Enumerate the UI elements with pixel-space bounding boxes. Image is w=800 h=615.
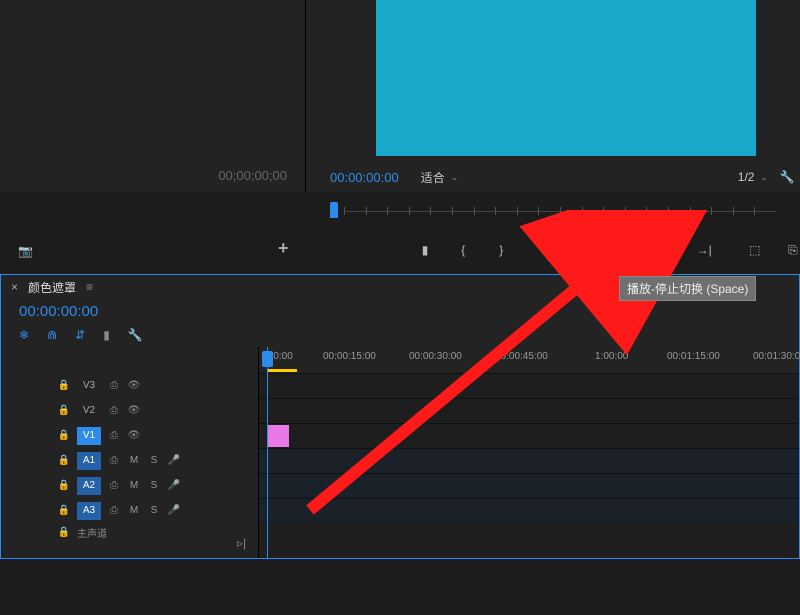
track-label[interactable]: V2 bbox=[77, 402, 101, 420]
lock-icon[interactable]: 🔒 bbox=[57, 480, 71, 491]
eye-icon[interactable]: 👁 bbox=[127, 430, 141, 441]
snap-icon[interactable]: ❄ bbox=[19, 328, 29, 342]
ruler-tick: 00:01:15:00 bbox=[667, 351, 720, 362]
ruler-tick: 00:00:30:00 bbox=[409, 351, 462, 362]
lock-icon[interactable]: 🔒 bbox=[57, 527, 71, 538]
lock-icon[interactable]: 🔒 bbox=[57, 505, 71, 516]
lock-icon[interactable]: 🔒 bbox=[57, 455, 71, 466]
program-timecode[interactable]: 00:00:00:00 bbox=[330, 170, 399, 185]
work-area-bar[interactable] bbox=[267, 369, 297, 372]
playhead-line bbox=[267, 347, 268, 558]
program-scrubber[interactable] bbox=[344, 211, 776, 212]
track-headers: 🔒 V3 ⎙ 👁 🔒 V2 ⎙ 👁 🔒 V1 ⎙ 👁 🔒 A1 ⎙ bbox=[1, 347, 259, 558]
lock-icon[interactable]: 🔒 bbox=[57, 380, 71, 391]
linked-selection-icon[interactable]: ⇵ bbox=[75, 328, 85, 342]
program-preview bbox=[376, 0, 756, 156]
eye-icon[interactable]: 👁 bbox=[127, 380, 141, 391]
lane-a3[interactable] bbox=[259, 498, 799, 523]
resolution-dropdown[interactable]: 1/2 ⌄ bbox=[738, 170, 768, 184]
timeline-panel: × 颜色遮罩 ≡ 00:00:00:00 ❄ ⋒ ⇵ ▮ 🔧 🔒 V3 ⎙ 👁 … bbox=[0, 274, 800, 559]
track-label[interactable]: A3 bbox=[77, 502, 101, 520]
magnet-icon[interactable]: ⋒ bbox=[47, 328, 57, 342]
lock-icon[interactable]: 🔒 bbox=[57, 405, 71, 416]
lane-v1[interactable] bbox=[259, 423, 799, 448]
lane-v2[interactable] bbox=[259, 398, 799, 423]
transport-bar: ▮ { } |← ◀| ▶ |▶ →| ⬚ ⎘ bbox=[300, 232, 800, 268]
chevron-down-icon: ⌄ bbox=[760, 172, 768, 183]
voiceover-icon[interactable]: 🎤 bbox=[167, 480, 181, 491]
clip-color-matte[interactable] bbox=[267, 425, 289, 447]
time-ruler[interactable]: :00:00 00:00:15:00 00:00:30:00 00:00:45:… bbox=[259, 347, 799, 373]
solo-button[interactable]: S bbox=[147, 480, 161, 491]
zoom-fit-dropdown[interactable]: 适合 ⌄ bbox=[421, 169, 459, 186]
solo-button[interactable]: S bbox=[147, 505, 161, 516]
mute-button[interactable]: M bbox=[127, 505, 141, 516]
play-tooltip: 播放-停止切换 (Space) bbox=[619, 276, 756, 301]
mark-out-button[interactable]: } bbox=[494, 241, 508, 259]
lane-a1[interactable] bbox=[259, 448, 799, 473]
lift-button[interactable]: ⬚ bbox=[748, 241, 762, 259]
ruler-tick: 00:00:15:00 bbox=[323, 351, 376, 362]
program-monitor: 00:00:00:00 适合 ⌄ 1/2 ⌄ 🔧 bbox=[306, 0, 800, 192]
master-label: 主声道 bbox=[77, 525, 107, 540]
settings-icon[interactable]: 🔧 bbox=[778, 168, 796, 186]
timeline-settings-icon[interactable]: 🔧 bbox=[128, 328, 143, 342]
fit-label: 适合 bbox=[421, 169, 445, 186]
sync-lock-icon[interactable]: ⎙ bbox=[107, 505, 121, 516]
add-marker-button[interactable]: ▮ bbox=[418, 241, 432, 259]
track-a1[interactable]: 🔒 A1 ⎙ M S 🎤 bbox=[1, 448, 258, 473]
sync-lock-icon[interactable]: ⎙ bbox=[107, 455, 121, 466]
lock-icon[interactable]: 🔒 bbox=[57, 430, 71, 441]
ruler-tick: 00:00:45:00 bbox=[495, 351, 548, 362]
sequence-title[interactable]: 颜色遮罩 bbox=[28, 279, 76, 296]
track-label[interactable]: A1 bbox=[77, 452, 101, 470]
close-icon[interactable]: × bbox=[11, 280, 18, 294]
sync-lock-icon[interactable]: ⎙ bbox=[107, 405, 121, 416]
lane-v3[interactable] bbox=[259, 373, 799, 398]
lane-a2[interactable] bbox=[259, 473, 799, 498]
tracks-area[interactable]: :00:00 00:00:15:00 00:00:30:00 00:00:45:… bbox=[259, 347, 799, 558]
voiceover-icon[interactable]: 🎤 bbox=[167, 505, 181, 516]
sync-lock-icon[interactable]: ⎙ bbox=[107, 430, 121, 441]
track-master[interactable]: 🔒 主声道 bbox=[1, 523, 258, 541]
mute-button[interactable]: M bbox=[127, 480, 141, 491]
go-to-out-button[interactable]: →| bbox=[697, 241, 712, 259]
track-v3[interactable]: 🔒 V3 ⎙ 👁 bbox=[1, 373, 258, 398]
voiceover-icon[interactable]: 🎤 bbox=[167, 455, 181, 466]
go-to-in-button[interactable]: |← bbox=[544, 241, 558, 259]
skip-end-icon[interactable]: ▹| bbox=[237, 536, 246, 550]
track-label[interactable]: A2 bbox=[77, 477, 101, 495]
mark-in-button[interactable]: { bbox=[456, 241, 470, 259]
track-v1[interactable]: 🔒 V1 ⎙ 👁 bbox=[1, 423, 258, 448]
mute-button[interactable]: M bbox=[127, 455, 141, 466]
sync-lock-icon[interactable]: ⎙ bbox=[107, 380, 121, 391]
playhead-handle[interactable] bbox=[262, 351, 273, 367]
track-v2[interactable]: 🔒 V2 ⎙ 👁 bbox=[1, 398, 258, 423]
resolution-label: 1/2 bbox=[738, 170, 755, 184]
ruler-tick: 00:01:30:0 bbox=[753, 351, 800, 362]
eye-icon[interactable]: 👁 bbox=[127, 405, 141, 416]
solo-button[interactable]: S bbox=[147, 455, 161, 466]
mini-playhead[interactable] bbox=[330, 202, 338, 218]
track-label[interactable]: V3 bbox=[77, 377, 101, 395]
timeline-timecode[interactable]: 00:00:00:00 bbox=[19, 303, 98, 320]
track-label[interactable]: V1 bbox=[77, 427, 101, 445]
add-marker-icon[interactable]: ▮ bbox=[103, 328, 110, 342]
source-monitor: 00;00;00;00 bbox=[0, 0, 306, 192]
step-back-button[interactable]: ◀| bbox=[582, 241, 596, 259]
track-a2[interactable]: 🔒 A2 ⎙ M S 🎤 bbox=[1, 473, 258, 498]
play-stop-button[interactable]: ▶ bbox=[620, 241, 634, 259]
source-timecode: 00;00;00;00 bbox=[218, 168, 287, 183]
track-a3[interactable]: 🔒 A3 ⎙ M S 🎤 bbox=[1, 498, 258, 523]
extract-button[interactable]: ⎘ bbox=[786, 241, 800, 259]
chevron-down-icon: ⌄ bbox=[451, 172, 459, 183]
sync-lock-icon[interactable]: ⎙ bbox=[107, 480, 121, 491]
step-forward-button[interactable]: |▶ bbox=[659, 241, 673, 259]
panel-menu-icon[interactable]: ≡ bbox=[86, 280, 93, 294]
ruler-tick: 1:00:00 bbox=[595, 351, 628, 362]
